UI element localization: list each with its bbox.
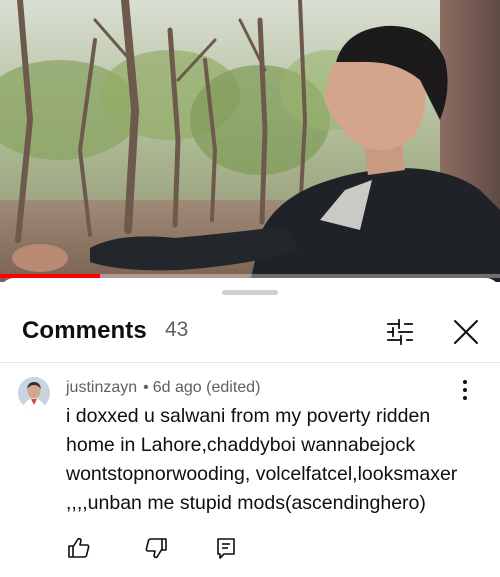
video-player[interactable] (0, 0, 500, 282)
drag-handle[interactable] (222, 290, 278, 295)
close-icon[interactable] (448, 314, 484, 350)
dislike-icon[interactable] (141, 533, 171, 563)
comment-time: 6d ago (edited) (152, 379, 261, 396)
comment-meta: justinzayn • 6d ago (edited) (66, 379, 260, 397)
video-frame-image (0, 0, 500, 282)
comments-count: 43 (165, 318, 189, 341)
avatar[interactable] (18, 377, 50, 409)
reply-icon[interactable] (211, 533, 241, 563)
comment-item: justinzayn • 6d ago (edited) i doxxed u sa… (0, 363, 500, 577)
filter-sliders-icon[interactable] (383, 315, 417, 349)
comments-title: Comments (22, 317, 147, 344)
like-icon[interactable] (64, 533, 94, 563)
more-vertical-icon[interactable] (452, 377, 478, 403)
comments-header: Comments 43 (0, 306, 500, 362)
meta-separator: • (143, 379, 149, 396)
comment-text: i doxxed u salwani from my poverty ridde… (66, 405, 458, 514)
comment-author[interactable]: justinzayn (66, 379, 137, 396)
comments-sheet: Comments 43 justinzayn • 6d ago (edited)… (0, 278, 500, 577)
